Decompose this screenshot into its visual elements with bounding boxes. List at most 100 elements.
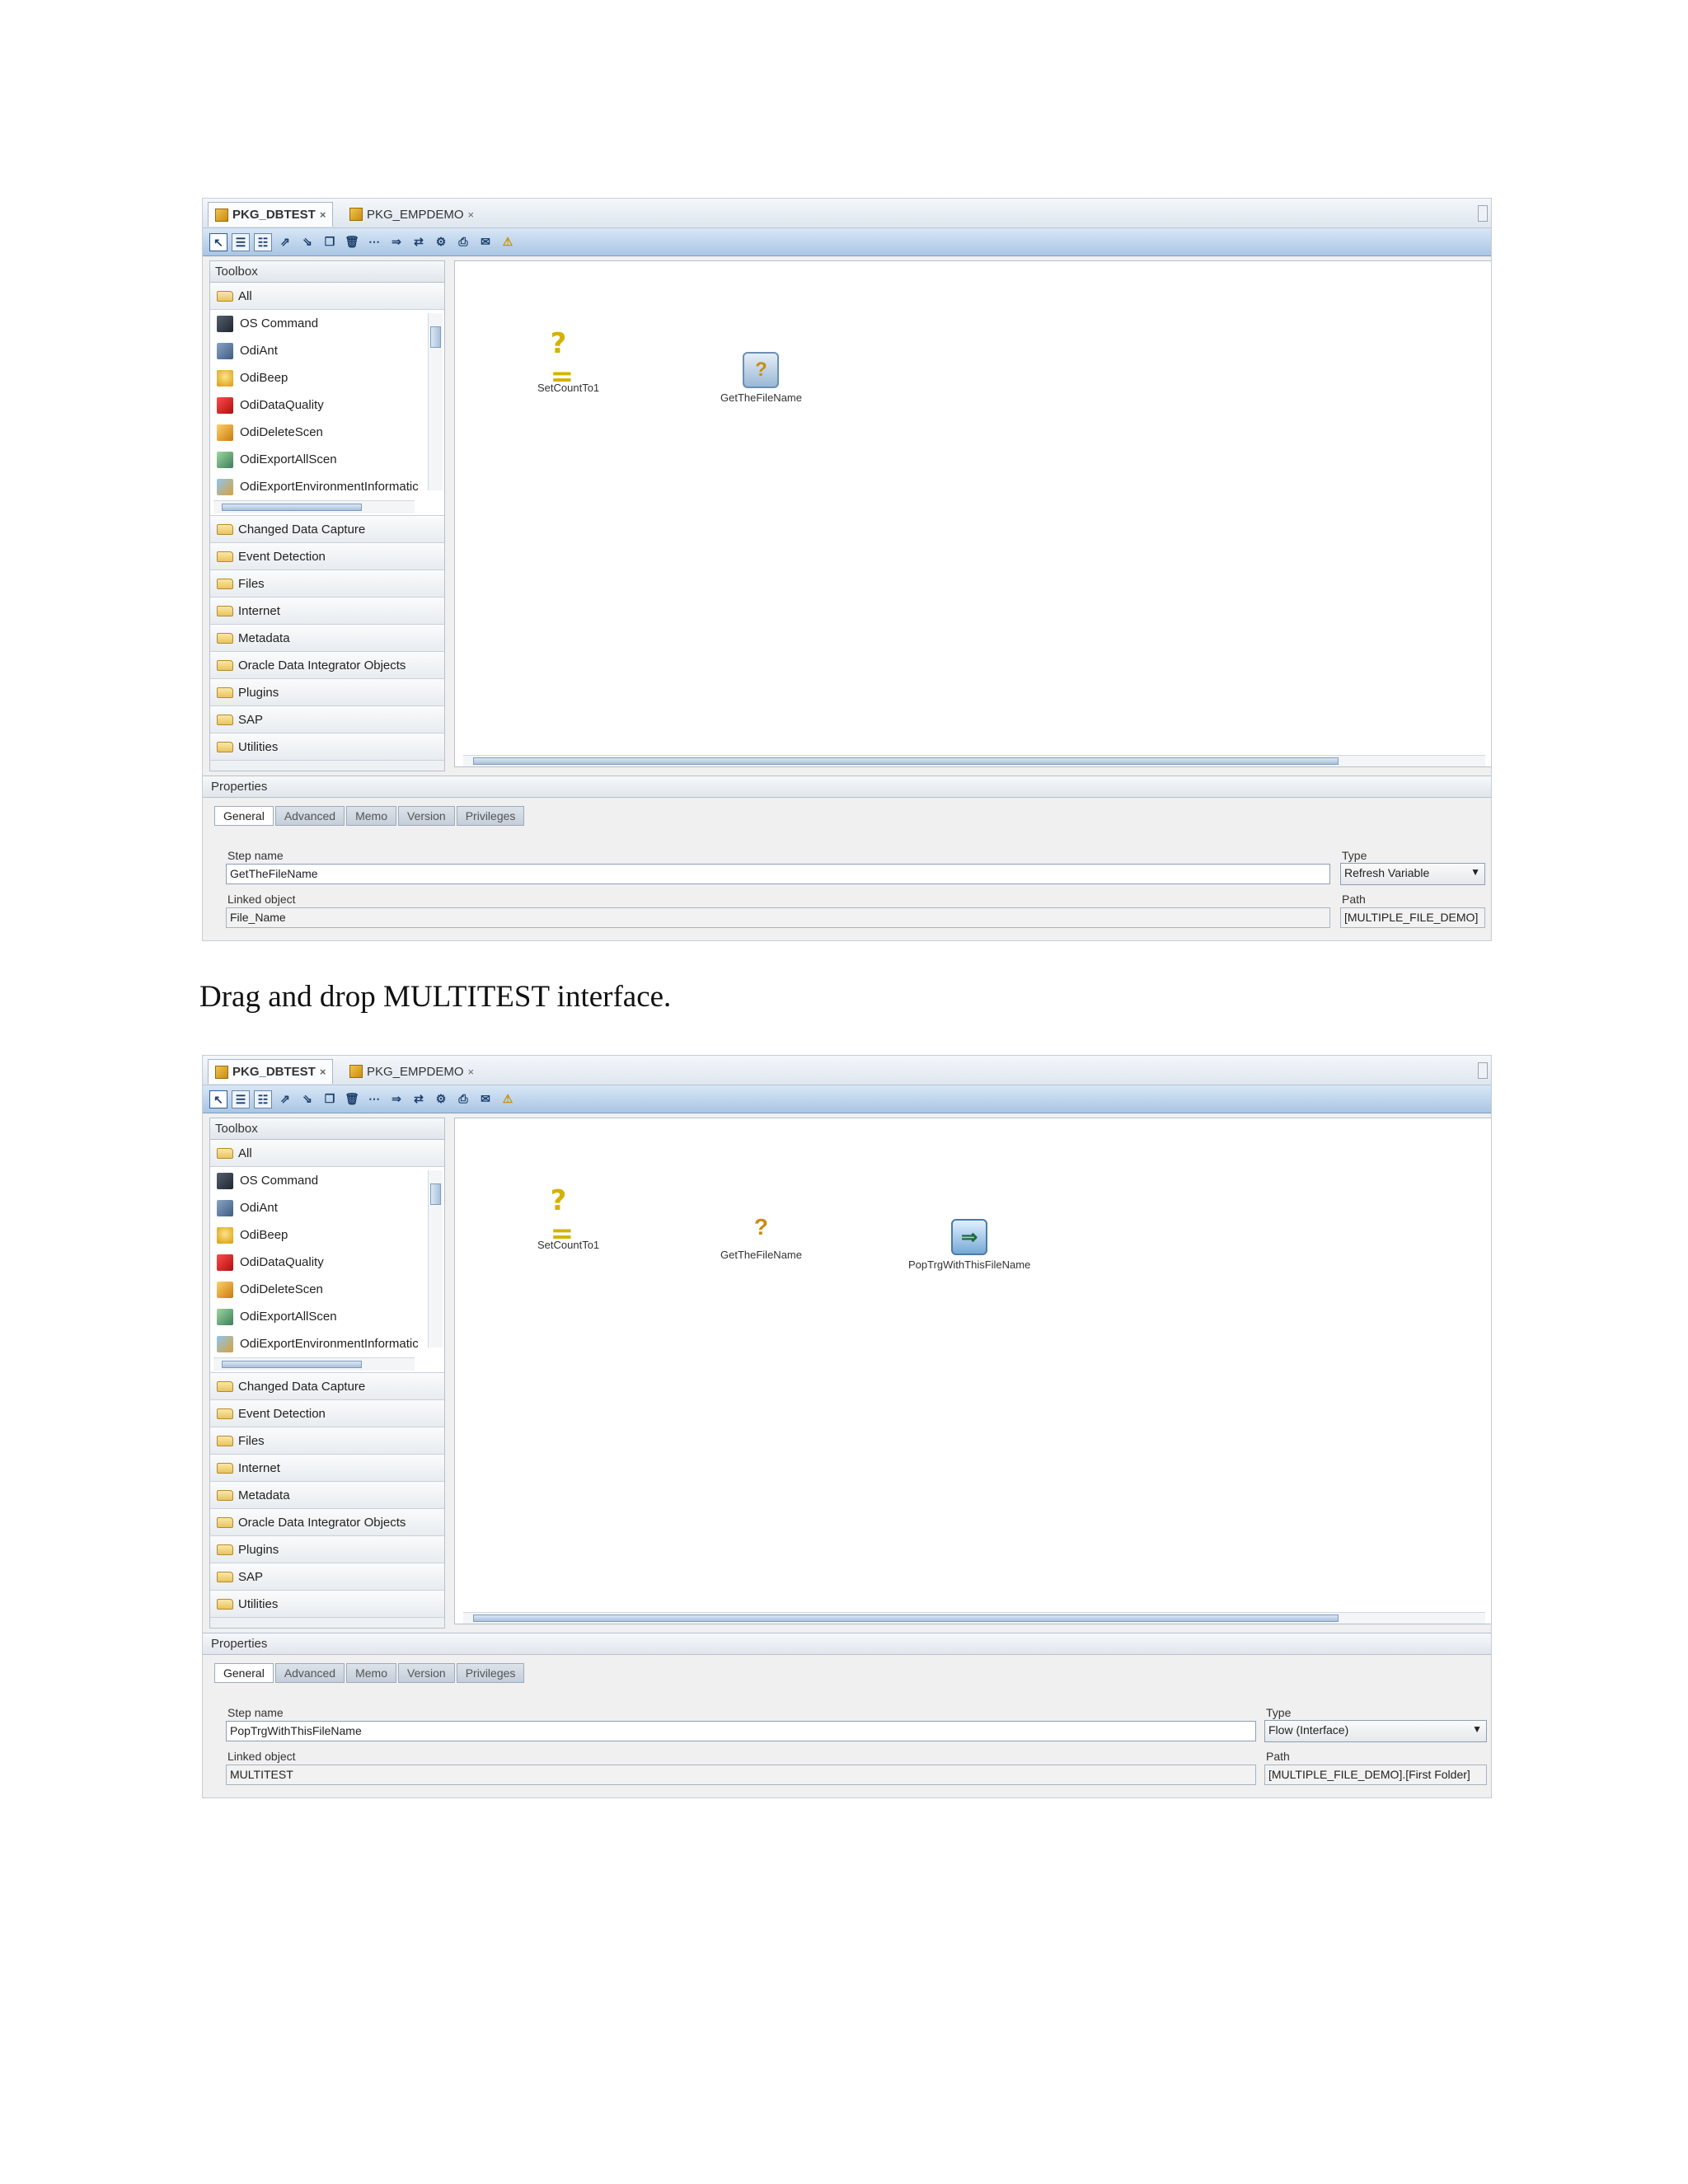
layout-tool-icon[interactable]: ☰ [232, 1090, 250, 1108]
toolbox-item-odiant[interactable]: OdiAnt [210, 1194, 426, 1221]
scrollbar-thumb[interactable] [222, 504, 362, 511]
select-tool-icon[interactable]: ↖ [209, 1090, 227, 1108]
auto-layout-icon[interactable]: ⇄ [410, 1090, 428, 1108]
tab-advanced[interactable]: Advanced [274, 806, 345, 826]
step-poptrgwiththisfilename[interactable]: ⇒ PopTrgWithThisFileName [908, 1219, 1030, 1271]
maximize-button[interactable] [1478, 205, 1488, 222]
tab-pkg-dbtest[interactable]: PKG_DBTEST × [208, 202, 334, 227]
first-step-icon[interactable]: ⇒ [387, 1090, 406, 1108]
message-icon[interactable]: ✉ [476, 1090, 495, 1108]
ko-link-icon[interactable]: ⇘ [298, 1090, 316, 1108]
toolbox-item-odiexportenvironmentinformation[interactable]: OdiExportEnvironmentInformatic [210, 1330, 426, 1357]
toolbox-item-odiexportallscen[interactable]: OdiExportAllScen [210, 446, 426, 473]
ok-link-icon[interactable]: ⇗ [276, 1090, 294, 1108]
toolbox-item-os-command[interactable]: OS Command [210, 310, 426, 337]
toolbox-item-odidataquality[interactable]: OdiDataQuality [210, 1249, 426, 1276]
canvas-horizontal-scrollbar[interactable] [463, 755, 1485, 766]
toolbox-item-odibeep[interactable]: OdiBeep [210, 1221, 426, 1249]
toolbox-group-plugins[interactable]: Plugins [210, 679, 444, 706]
execute-icon[interactable]: ⚙ [432, 1090, 450, 1108]
scrollbar-thumb[interactable] [473, 757, 1339, 765]
step-setcountto1[interactable]: ?= SetCountTo1 [537, 327, 599, 394]
toolbox-group-all[interactable]: All [210, 1140, 444, 1167]
toolbox-item-odidataquality[interactable]: OdiDataQuality [210, 391, 426, 419]
toolbox-item-odideletescen[interactable]: OdiDeleteScen [210, 419, 426, 446]
warning-icon[interactable]: ⚠ [499, 233, 517, 251]
warning-icon[interactable]: ⚠ [499, 1090, 517, 1108]
scrollbar-thumb[interactable] [430, 326, 441, 348]
package-diagram-canvas[interactable]: ?= SetCountTo1 ? GetTheFileName ⇒ PopTrg… [454, 1118, 1491, 1624]
toolbox-group-odi-objects[interactable]: Oracle Data Integrator Objects [210, 1509, 444, 1536]
canvas-horizontal-scrollbar[interactable] [463, 1612, 1485, 1624]
close-icon[interactable]: × [468, 1066, 475, 1078]
delete-icon[interactable]: 🗑 [343, 1090, 361, 1108]
toolbox-group-event-detection[interactable]: Event Detection [210, 543, 444, 570]
toolbox-item-odiexportenvironmentinformation[interactable]: OdiExportEnvironmentInformatic [210, 473, 426, 500]
ko-link-icon[interactable]: ⇘ [298, 233, 316, 251]
tab-general[interactable]: General [214, 1663, 274, 1683]
ok-link-icon[interactable]: ⇗ [276, 233, 294, 251]
toolbox-item-odiexportallscen[interactable]: OdiExportAllScen [210, 1303, 426, 1330]
type-select[interactable]: Refresh Variable ▼ [1340, 863, 1485, 885]
toolbox-horizontal-scrollbar[interactable] [213, 500, 415, 513]
toolbox-group-sap[interactable]: SAP [210, 706, 444, 733]
toolbox-group-utilities[interactable]: Utilities [210, 1591, 444, 1618]
step-getthefilename[interactable]: ? GetTheFileName [720, 1209, 802, 1261]
execute-icon[interactable]: ⚙ [432, 233, 450, 251]
toolbox-group-internet[interactable]: Internet [210, 1455, 444, 1482]
delete-icon[interactable]: 🗑 [343, 233, 361, 251]
toolbox-item-odideletescen[interactable]: OdiDeleteScen [210, 1276, 426, 1303]
toolbox-vertical-scrollbar[interactable] [428, 313, 443, 490]
tab-version[interactable]: Version [398, 806, 455, 826]
toolbox-horizontal-scrollbar[interactable] [213, 1357, 415, 1371]
grid-tool-icon[interactable]: ☷ [254, 232, 272, 251]
toolbox-group-metadata[interactable]: Metadata [210, 1482, 444, 1509]
toolbox-vertical-scrollbar[interactable] [428, 1170, 443, 1347]
toolbox-group-odi-objects[interactable]: Oracle Data Integrator Objects [210, 652, 444, 679]
toolbox-group-utilities[interactable]: Utilities [210, 733, 444, 761]
package-diagram-canvas[interactable]: ?= SetCountTo1 ? GetTheFileName [454, 260, 1491, 767]
duplicate-icon[interactable]: ❐ [321, 1090, 339, 1108]
close-icon[interactable]: × [468, 209, 475, 221]
close-icon[interactable]: × [320, 209, 326, 221]
select-tool-icon[interactable]: ↖ [209, 232, 227, 251]
toolbox-item-odibeep[interactable]: OdiBeep [210, 364, 426, 391]
type-select[interactable]: Flow (Interface) ▼ [1264, 1720, 1487, 1742]
toolbox-item-os-command[interactable]: OS Command [210, 1167, 426, 1194]
arrange-icon[interactable]: ⋯ [365, 1090, 383, 1108]
scrollbar-thumb[interactable] [430, 1183, 441, 1205]
step-name-field[interactable]: PopTrgWithThisFileName [226, 1721, 1256, 1741]
print-icon[interactable]: ⎙ [454, 1090, 472, 1108]
close-icon[interactable]: × [320, 1066, 326, 1078]
toolbox-group-internet[interactable]: Internet [210, 598, 444, 625]
tab-advanced[interactable]: Advanced [274, 1663, 345, 1683]
duplicate-icon[interactable]: ❐ [321, 233, 339, 251]
tab-pkg-empdemo[interactable]: PKG_EMPDEMO × [343, 1059, 481, 1084]
tab-memo[interactable]: Memo [346, 1663, 396, 1683]
auto-layout-icon[interactable]: ⇄ [410, 233, 428, 251]
arrange-icon[interactable]: ⋯ [365, 233, 383, 251]
tab-privileges[interactable]: Privileges [456, 1663, 525, 1683]
toolbox-group-changed-data-capture[interactable]: Changed Data Capture [210, 516, 444, 543]
toolbox-item-odiant[interactable]: OdiAnt [210, 337, 426, 364]
layout-tool-icon[interactable]: ☰ [232, 232, 250, 251]
toolbox-group-all[interactable]: All [210, 283, 444, 310]
grid-tool-icon[interactable]: ☷ [254, 1090, 272, 1108]
toolbox-group-changed-data-capture[interactable]: Changed Data Capture [210, 1373, 444, 1400]
message-icon[interactable]: ✉ [476, 233, 495, 251]
toolbox-group-metadata[interactable]: Metadata [210, 625, 444, 652]
tab-version[interactable]: Version [398, 1663, 455, 1683]
toolbox-group-files[interactable]: Files [210, 570, 444, 598]
tab-pkg-dbtest[interactable]: PKG_DBTEST × [208, 1059, 334, 1084]
tab-general[interactable]: General [214, 806, 274, 826]
first-step-icon[interactable]: ⇒ [387, 233, 406, 251]
step-getthefilename[interactable]: ? GetTheFileName [720, 352, 802, 404]
tab-pkg-empdemo[interactable]: PKG_EMPDEMO × [343, 202, 481, 227]
maximize-button[interactable] [1478, 1062, 1488, 1079]
print-icon[interactable]: ⎙ [454, 233, 472, 251]
toolbox-group-files[interactable]: Files [210, 1427, 444, 1455]
scrollbar-thumb[interactable] [222, 1361, 362, 1368]
scrollbar-thumb[interactable] [473, 1615, 1339, 1622]
toolbox-group-plugins[interactable]: Plugins [210, 1536, 444, 1563]
step-name-field[interactable]: GetTheFileName [226, 864, 1330, 884]
